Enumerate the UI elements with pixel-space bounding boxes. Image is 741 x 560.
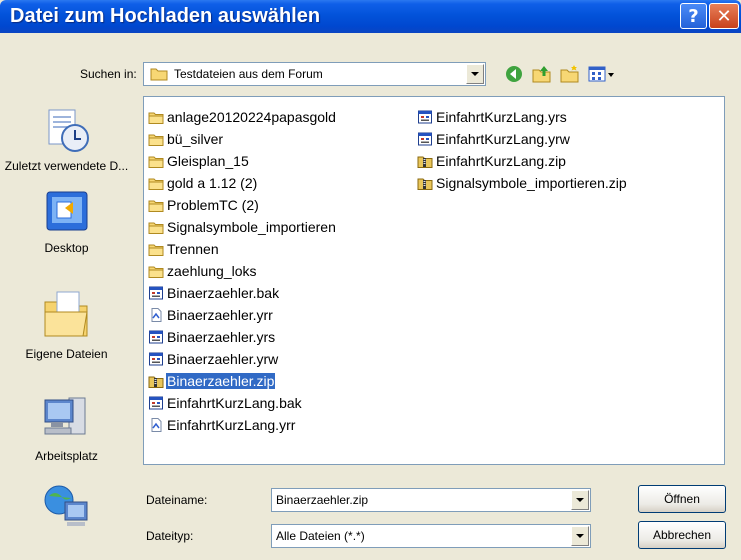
file-item[interactable]: Binaerzaehler.bak — [148, 282, 337, 304]
file-item[interactable]: Binaerzaehler.yrw — [148, 348, 337, 370]
file-item[interactable]: EinfahrtKurzLang.yrw — [417, 128, 628, 150]
script-file-icon — [148, 417, 164, 433]
filetype-value: Alle Dateien (*.*) — [276, 529, 365, 543]
place-desktop[interactable]: Desktop — [0, 188, 133, 255]
file-name: anlage20120224papasgold — [167, 109, 336, 125]
place-label: Eigene Dateien — [25, 347, 108, 361]
view-menu-icon[interactable] — [588, 64, 616, 84]
file-item[interactable]: Signalsymbole_importieren — [148, 216, 337, 238]
file-column: anlage20120224papasgold bü_silver Gleispla… — [148, 106, 337, 436]
zip-folder-icon — [417, 175, 433, 191]
file-name: Signalsymbole_importieren — [167, 219, 336, 235]
zip-folder-icon — [417, 153, 433, 169]
file-item[interactable]: Trennen — [148, 238, 337, 260]
my-documents-icon — [44, 291, 88, 337]
desktop-icon — [46, 191, 87, 231]
file-item[interactable]: EinfahrtKurzLang.bak — [148, 392, 337, 414]
zip-folder-icon — [148, 373, 164, 389]
folder-icon — [148, 153, 164, 169]
help-icon[interactable]: ? — [680, 3, 707, 29]
application-file-icon — [417, 131, 433, 147]
window-title: Datei zum Hochladen auswählen — [10, 5, 321, 27]
place-recent[interactable]: Zuletzt verwendete D... — [0, 106, 133, 173]
file-name: Binaerzaehler.yrs — [167, 329, 276, 345]
file-item[interactable]: bü_silver — [148, 128, 337, 150]
folder-icon — [148, 175, 164, 191]
place-label: Desktop — [44, 241, 89, 255]
up-folder-icon[interactable] — [532, 64, 552, 84]
file-item[interactable]: Gleisplan_15 — [148, 150, 337, 172]
filetype-label: Dateityp: — [146, 529, 194, 543]
file-column: EinfahrtKurzLang.yrs EinfahrtKurzLang.yrw… — [417, 106, 628, 194]
cancel-button[interactable]: Abbrechen — [638, 521, 726, 549]
file-name: EinfahrtKurzLang.bak — [167, 395, 302, 411]
file-item[interactable]: Binaerzaehler.yrs — [148, 326, 337, 348]
place-my-documents[interactable]: Eigene Dateien — [0, 286, 133, 361]
place-network[interactable] — [0, 482, 133, 530]
file-item[interactable]: EinfahrtKurzLang.zip — [417, 150, 628, 172]
application-file-icon — [148, 285, 164, 301]
file-name: Binaerzaehler.yrw — [167, 351, 279, 367]
application-file-icon — [148, 329, 164, 345]
folder-icon — [148, 197, 164, 213]
file-name: Gleisplan_15 — [167, 153, 249, 169]
file-name: EinfahrtKurzLang.yrw — [436, 131, 570, 147]
file-name: ProblemTC (2) — [167, 197, 259, 213]
script-file-icon — [148, 307, 164, 323]
file-item[interactable]: ProblemTC (2) — [148, 194, 337, 216]
file-name: Binaerzaehler.bak — [167, 285, 280, 301]
recent-documents-icon — [48, 109, 89, 152]
file-item[interactable]: Binaerzaehler.yrr — [148, 304, 337, 326]
open-button[interactable]: Öffnen — [638, 485, 726, 513]
place-label: Zuletzt verwendete D... — [4, 159, 129, 173]
place-my-computer[interactable]: Arbeitsplatz — [0, 392, 133, 463]
file-item[interactable]: anlage20120224papasgold — [148, 106, 337, 128]
new-folder-icon[interactable] — [560, 64, 580, 84]
network-places-icon — [44, 485, 87, 526]
application-file-icon — [148, 395, 164, 411]
folder-icon — [148, 131, 164, 147]
filename-input[interactable]: Binaerzaehler.zip — [271, 488, 591, 512]
file-name: Binaerzaehler.zip — [164, 372, 277, 390]
toolbar — [504, 62, 616, 86]
chevron-down-icon[interactable] — [571, 490, 589, 510]
file-name: EinfahrtKurzLang.zip — [436, 153, 566, 169]
file-name: Signalsymbole_importieren.zip — [436, 175, 627, 191]
chevron-down-icon[interactable] — [466, 64, 484, 84]
folder-icon — [148, 263, 164, 279]
application-file-icon — [417, 109, 433, 125]
file-name: EinfahrtKurzLang.yrr — [167, 417, 296, 433]
place-label: Arbeitsplatz — [35, 449, 98, 463]
file-item[interactable]: Binaerzaehler.zip — [148, 370, 337, 392]
file-item[interactable]: EinfahrtKurzLang.yrr — [148, 414, 337, 436]
lookin-value: Testdateien aus dem Forum — [174, 67, 323, 81]
file-name: bü_silver — [167, 131, 224, 147]
lookin-label: Suchen in: — [80, 67, 137, 81]
file-name: EinfahrtKurzLang.yrs — [436, 109, 567, 125]
filetype-select[interactable]: Alle Dateien (*.*) — [271, 524, 591, 548]
my-computer-icon — [44, 397, 85, 435]
file-name: gold a 1.12 (2) — [167, 175, 258, 191]
lookin-dropdown[interactable]: Testdateien aus dem Forum — [143, 62, 486, 86]
file-item[interactable]: EinfahrtKurzLang.yrs — [417, 106, 628, 128]
close-icon[interactable]: ✕ — [709, 3, 739, 29]
application-file-icon — [148, 351, 164, 367]
folder-icon — [148, 109, 164, 125]
title-bar: Datei zum Hochladen auswählen ? ✕ — [0, 0, 741, 33]
file-item[interactable]: gold a 1.12 (2) — [148, 172, 337, 194]
folder-icon — [148, 241, 164, 257]
file-name: Binaerzaehler.yrr — [167, 307, 273, 323]
places-bar: Zuletzt verwendete D... Desktop Eigene D… — [0, 96, 133, 556]
filename-value: Binaerzaehler.zip — [276, 493, 369, 507]
folder-icon — [148, 219, 164, 235]
back-icon[interactable] — [504, 64, 524, 84]
file-item[interactable]: zaehlung_loks — [148, 260, 337, 282]
file-name: Trennen — [167, 241, 219, 257]
filename-label: Dateiname: — [146, 493, 208, 507]
folder-icon — [150, 68, 168, 81]
chevron-down-icon[interactable] — [571, 526, 589, 546]
file-name: zaehlung_loks — [167, 263, 257, 279]
file-item[interactable]: Signalsymbole_importieren.zip — [417, 172, 628, 194]
file-list[interactable]: anlage20120224papasgold bü_silver Gleispla… — [143, 96, 725, 465]
